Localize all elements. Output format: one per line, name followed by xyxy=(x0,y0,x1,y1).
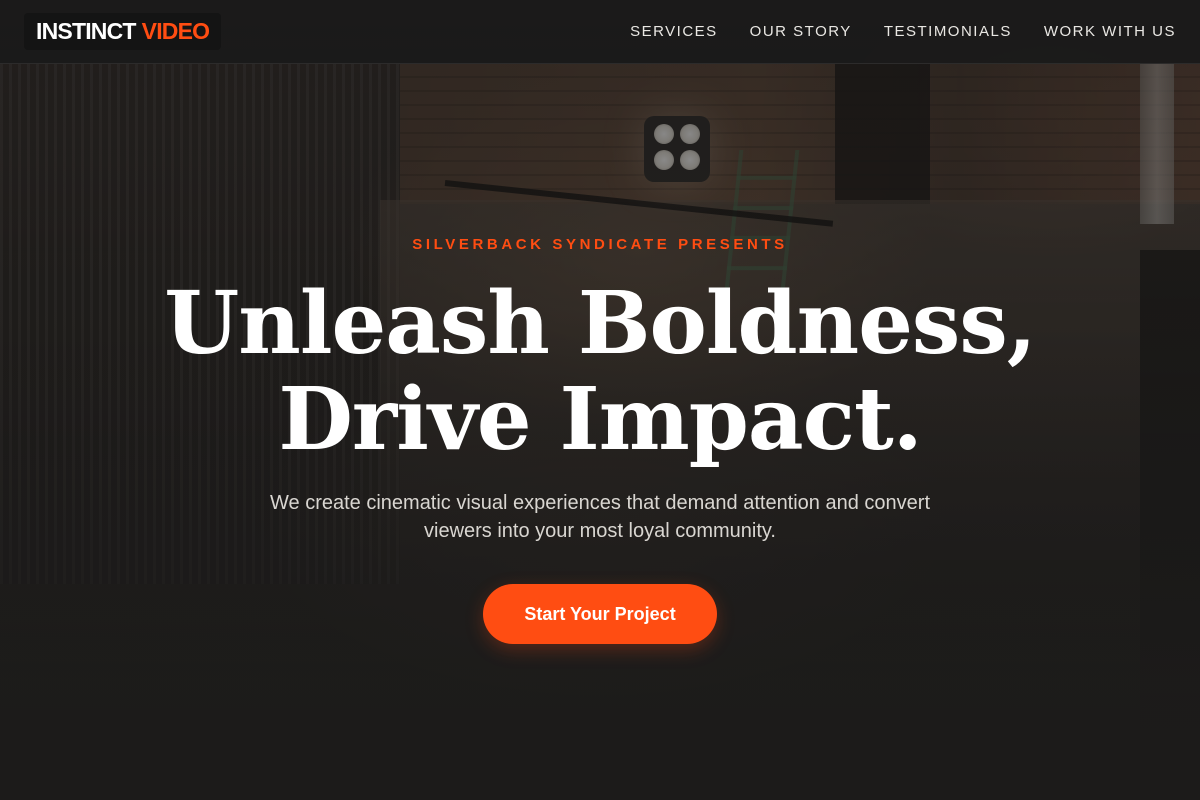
nav-link-our-story[interactable]: OUR STORY xyxy=(750,23,852,40)
nav-link-work-with-us[interactable]: WORK WITH US xyxy=(1044,23,1176,40)
hero-eyebrow: SILVERBACK SYNDICATE PRESENTS xyxy=(412,236,788,253)
nav-link-services[interactable]: SERVICES xyxy=(630,23,718,40)
hero-content: SILVERBACK SYNDICATE PRESENTS Unleash Bo… xyxy=(0,0,1200,800)
logo-word-accent: VIDEO xyxy=(141,18,210,44)
nav-link-testimonials[interactable]: TESTIMONIALS xyxy=(884,23,1012,40)
hero-headline-line-2: Drive Impact. xyxy=(278,369,922,470)
hero-subtitle: We create cinematic visual experiences t… xyxy=(270,492,930,542)
site-header: INSTINCT VIDEO SERVICES OUR STORY TESTIM… xyxy=(0,0,1200,64)
main-nav: SERVICES OUR STORY TESTIMONIALS WORK WIT… xyxy=(630,23,1176,40)
hero-headline: Unleash Boldness, Drive Impact. xyxy=(0,276,1200,468)
site-logo[interactable]: INSTINCT VIDEO xyxy=(24,13,222,50)
hero-headline-line-1: Unleash Boldness, xyxy=(164,273,1036,374)
logo-word-primary: INSTINCT xyxy=(36,18,136,44)
start-project-button[interactable]: Start Your Project xyxy=(483,584,717,644)
